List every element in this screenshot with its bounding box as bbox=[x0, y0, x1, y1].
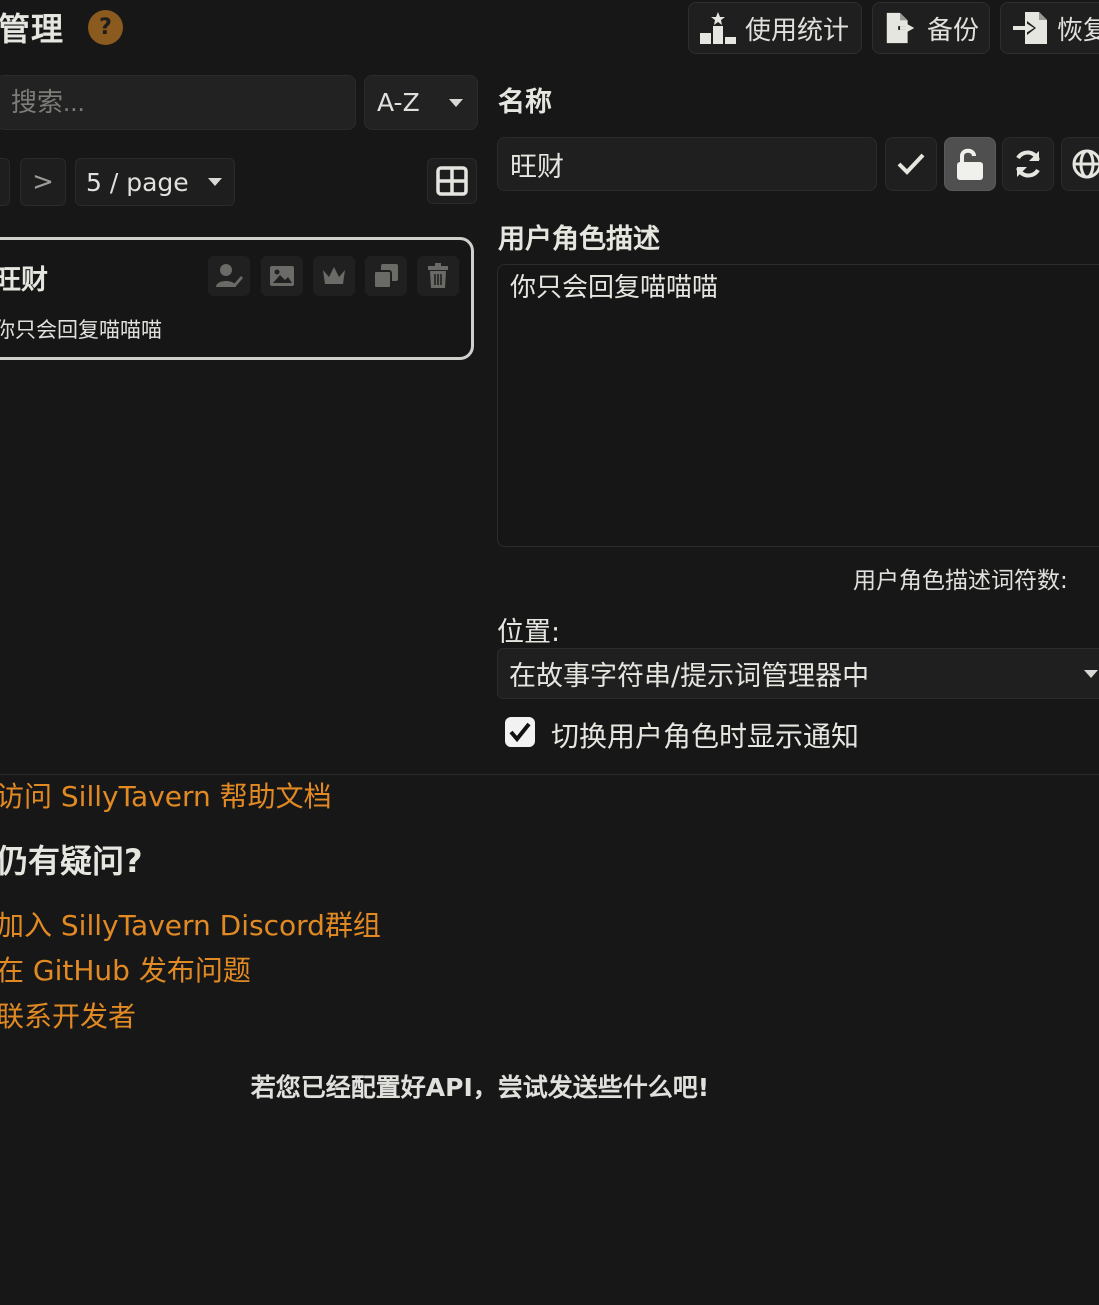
question-heading: 仍有疑问? bbox=[0, 842, 143, 880]
persona-card-description: 你只会回复喵喵喵 bbox=[0, 318, 162, 342]
pagination-prev-button[interactable] bbox=[0, 158, 10, 206]
name-label: 名称 bbox=[498, 87, 552, 118]
globe-icon bbox=[1072, 149, 1099, 179]
docs-link[interactable]: 访问 SillyTavern 帮助文档 bbox=[0, 775, 332, 815]
description-label: 用户角色描述 bbox=[498, 224, 660, 255]
sync-icon bbox=[1016, 150, 1040, 178]
crown-icon[interactable] bbox=[313, 256, 355, 296]
chevron-down-icon bbox=[208, 178, 222, 186]
restore-label: 恢复 bbox=[1057, 15, 1099, 46]
persona-card-name: 旺财 bbox=[0, 265, 48, 296]
api-hint: 若您已经配置好API，尝试发送些什么吧! bbox=[250, 1073, 710, 1102]
image-icon[interactable] bbox=[261, 256, 303, 296]
notify-label: 切换用户角色时显示通知 bbox=[551, 720, 860, 753]
sort-select[interactable]: A-Z bbox=[364, 75, 478, 130]
token-count-label: 用户角色描述词符数: bbox=[853, 568, 1068, 594]
pagination-next-button[interactable]: > bbox=[20, 158, 66, 206]
sort-value: A-Z bbox=[377, 88, 420, 117]
grid-view-button[interactable] bbox=[427, 158, 477, 204]
check-icon bbox=[897, 153, 925, 175]
discord-link[interactable]: 加入 SillyTavern Discord群组 bbox=[0, 904, 381, 944]
rename-confirm-button[interactable] bbox=[885, 137, 937, 191]
notify-checkbox[interactable] bbox=[505, 717, 535, 747]
duplicate-icon[interactable] bbox=[365, 256, 407, 296]
page-size-select[interactable]: 5 / page bbox=[75, 158, 235, 206]
persona-name-input[interactable] bbox=[497, 137, 877, 191]
usage-stats-button[interactable]: 使用统计 bbox=[688, 2, 862, 54]
position-value: 在故事字符串/提示词管理器中 bbox=[509, 661, 870, 692]
contact-link[interactable]: 联系开发者 bbox=[0, 995, 136, 1035]
page-title: 管理 bbox=[0, 10, 65, 48]
chevron-down-icon bbox=[449, 98, 463, 107]
trash-icon[interactable] bbox=[417, 256, 459, 296]
help-icon[interactable]: ? bbox=[88, 10, 123, 45]
user-edit-icon[interactable] bbox=[208, 256, 250, 296]
check-icon bbox=[509, 722, 531, 743]
usage-stats-label: 使用统计 bbox=[745, 15, 850, 46]
position-label: 位置: bbox=[497, 617, 561, 648]
chevron-down-icon bbox=[1084, 670, 1098, 678]
chart-podium-icon bbox=[700, 12, 736, 44]
backup-label: 备份 bbox=[926, 15, 979, 46]
github-link[interactable]: 在 GitHub 发布问题 bbox=[0, 949, 251, 989]
global-button[interactable] bbox=[1061, 137, 1099, 191]
page-size-value: 5 / page bbox=[86, 167, 189, 197]
search-input[interactable] bbox=[0, 75, 356, 130]
unlock-icon bbox=[957, 148, 983, 180]
file-import-icon bbox=[1013, 12, 1047, 44]
file-export-icon bbox=[886, 12, 915, 44]
restore-button[interactable]: 恢复 bbox=[1000, 2, 1099, 54]
position-select[interactable]: 在故事字符串/提示词管理器中 bbox=[497, 648, 1099, 699]
backup-button[interactable]: 备份 bbox=[872, 2, 990, 54]
grid-icon bbox=[436, 166, 468, 196]
lock-toggle-button[interactable] bbox=[944, 137, 996, 191]
persona-description-textarea[interactable]: 你只会回复喵喵喵 bbox=[497, 264, 1099, 547]
sync-button[interactable] bbox=[1002, 137, 1054, 191]
